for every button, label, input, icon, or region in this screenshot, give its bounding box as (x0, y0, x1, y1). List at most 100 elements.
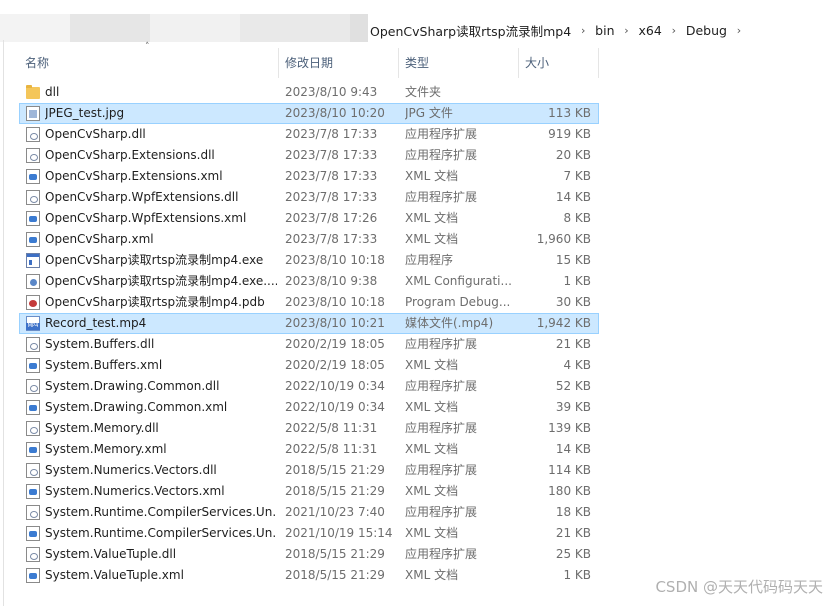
file-type: 应用程序扩展 (405, 127, 478, 141)
file-row[interactable]: OpenCvSharp读取rtsp流录制mp4.pdb 2023/8/10 10:… (19, 292, 599, 313)
file-date: 2021/10/19 15:14 (285, 526, 393, 540)
file-type: 应用程序扩展 (405, 505, 478, 519)
file-name: Record_test.mp4 (45, 316, 147, 330)
chevron-right-icon[interactable]: › (727, 24, 751, 37)
blurred-path-segment (0, 14, 70, 42)
file-type: 应用程序扩展 (405, 421, 478, 435)
breadcrumb-item[interactable]: bin (595, 23, 614, 38)
file-row[interactable]: System.Drawing.Common.dll 2022/10/19 0:34… (19, 376, 599, 397)
file-name: System.Drawing.Common.dll (45, 379, 220, 393)
file-row[interactable]: OpenCvSharp.Extensions.dll 2023/7/8 17:33… (19, 145, 599, 166)
file-type: 应用程序扩展 (405, 337, 478, 351)
file-date: 2023/8/10 10:20 (285, 106, 385, 120)
file-row[interactable]: System.ValueTuple.dll 2018/5/15 21:29 应用程序… (19, 544, 599, 565)
blurred-path-segment (240, 14, 350, 42)
file-size: 18 KB (555, 505, 591, 519)
file-size: 14 KB (555, 190, 591, 204)
file-row[interactable]: System.Buffers.dll 2020/2/19 18:05 应用程序扩展 2… (19, 334, 599, 355)
sort-ascending-icon: ˄ (145, 42, 150, 52)
dll-icon (26, 547, 40, 562)
file-name: OpenCvSharp.dll (45, 127, 146, 141)
file-row[interactable]: System.Numerics.Vectors.xml 2018/5/15 21:… (19, 481, 599, 502)
dll-icon (26, 421, 40, 436)
file-date: 2023/8/10 10:18 (285, 253, 385, 267)
file-size: 52 KB (555, 379, 591, 393)
file-size: 1,942 KB (536, 316, 591, 330)
dll-icon (26, 463, 40, 478)
file-type: XML 文档 (405, 484, 459, 498)
file-row[interactable]: OpenCvSharp.WpfExtensions.dll 2023/7/8 17… (19, 187, 599, 208)
column-header-type[interactable]: 类型 (405, 48, 429, 78)
file-name: OpenCvSharp.WpfExtensions.xml (45, 211, 247, 225)
file-type: XML 文档 (405, 358, 459, 372)
dll-icon (26, 505, 40, 520)
file-size: 180 KB (548, 484, 591, 498)
file-row[interactable]: System.Memory.dll 2022/5/8 11:31 应用程序扩展 139… (19, 418, 599, 439)
file-row[interactable]: System.Runtime.CompilerServices.Un... 202… (19, 523, 599, 544)
file-name: System.Memory.dll (45, 421, 159, 435)
chevron-right-icon[interactable]: › (662, 24, 686, 37)
file-row[interactable]: System.Numerics.Vectors.dll 2018/5/15 21:… (19, 460, 599, 481)
file-type: XML 文档 (405, 400, 459, 414)
file-name: OpenCvSharp.xml (45, 232, 154, 246)
column-divider[interactable] (598, 48, 599, 78)
dll-icon (26, 148, 40, 163)
file-row[interactable]: OpenCvSharp.WpfExtensions.xml 2023/7/8 17… (19, 208, 599, 229)
breadcrumb-item[interactable]: x64 (639, 23, 662, 38)
column-header-size[interactable]: 大小 (525, 48, 549, 78)
file-name: System.Drawing.Common.xml (45, 400, 228, 414)
mp4-icon (26, 316, 40, 331)
file-name: OpenCvSharp读取rtsp流录制mp4.exe (45, 253, 264, 267)
file-type: XML 文档 (405, 169, 459, 183)
file-row[interactable]: JPEG_test.jpg 2023/8/10 10:20 JPG 文件 113 KB (19, 103, 599, 124)
folder-icon (26, 85, 40, 99)
file-row[interactable]: System.Memory.xml 2022/5/8 11:31 XML 文档 14 … (19, 439, 599, 460)
file-date: 2023/8/10 10:18 (285, 295, 385, 309)
file-date: 2018/5/15 21:29 (285, 463, 385, 477)
breadcrumb-item[interactable]: Debug (686, 23, 727, 38)
blurred-path-segment (350, 14, 368, 42)
file-date: 2023/8/10 10:21 (285, 316, 385, 330)
file-type: 文件夹 (405, 85, 442, 99)
column-divider[interactable] (278, 48, 279, 78)
file-row[interactable]: OpenCvSharp.xml 2023/7/8 17:33 XML 文档 1,960… (19, 229, 599, 250)
address-bar[interactable]: OpenCvSharp读取rtsp流录制mp4 › bin › x64 › De… (0, 0, 837, 42)
file-row[interactable]: System.Runtime.CompilerServices.Un... 202… (19, 502, 599, 523)
file-row[interactable]: dll 2023/8/10 9:43 文件夹 (19, 82, 599, 103)
xml-icon (26, 232, 40, 247)
file-name: OpenCvSharp读取rtsp流录制mp4.exe.... (45, 274, 277, 288)
file-row[interactable]: OpenCvSharp读取rtsp流录制mp4.exe 2023/8/10 10:… (19, 250, 599, 271)
file-size: 1 KB (563, 568, 591, 582)
file-row[interactable]: System.ValueTuple.xml 2018/5/15 21:29 XML … (19, 565, 599, 586)
chevron-right-icon[interactable]: › (615, 24, 639, 37)
column-divider[interactable] (518, 48, 519, 78)
file-size: 15 KB (555, 253, 591, 267)
file-size: 7 KB (563, 169, 591, 183)
file-row[interactable]: OpenCvSharp读取rtsp流录制mp4.exe.... 2023/8/10… (19, 271, 599, 292)
file-type: XML 文档 (405, 526, 459, 540)
column-header-name[interactable]: 名称 (25, 48, 49, 78)
chevron-right-icon[interactable]: › (571, 24, 595, 37)
xml-icon (26, 169, 40, 184)
xml-icon (26, 211, 40, 226)
file-size: 1,960 KB (536, 232, 591, 246)
file-name: OpenCvSharp.Extensions.dll (45, 148, 215, 162)
dll-icon (26, 190, 40, 205)
file-row[interactable]: OpenCvSharp.Extensions.xml 2023/7/8 17:33… (19, 166, 599, 187)
file-type: XML 文档 (405, 211, 459, 225)
file-row[interactable]: OpenCvSharp.dll 2023/7/8 17:33 应用程序扩展 919 K… (19, 124, 599, 145)
config-icon (26, 274, 40, 289)
file-date: 2023/7/8 17:33 (285, 148, 378, 162)
column-divider[interactable] (398, 48, 399, 78)
file-size: 113 KB (548, 106, 591, 120)
file-date: 2022/5/8 11:31 (285, 442, 378, 456)
file-row[interactable]: Record_test.mp4 2023/8/10 10:21 媒体文件(.mp4)… (19, 313, 599, 334)
file-date: 2020/2/19 18:05 (285, 337, 385, 351)
breadcrumb-item[interactable]: OpenCvSharp读取rtsp流录制mp4 (370, 21, 571, 40)
xml-icon (26, 526, 40, 541)
column-header-date[interactable]: 修改日期 (285, 48, 333, 78)
file-size: 139 KB (548, 421, 591, 435)
file-row[interactable]: System.Buffers.xml 2020/2/19 18:05 XML 文档 4… (19, 355, 599, 376)
file-name: System.Runtime.CompilerServices.Un... (45, 526, 277, 540)
file-row[interactable]: System.Drawing.Common.xml 2022/10/19 0:34… (19, 397, 599, 418)
